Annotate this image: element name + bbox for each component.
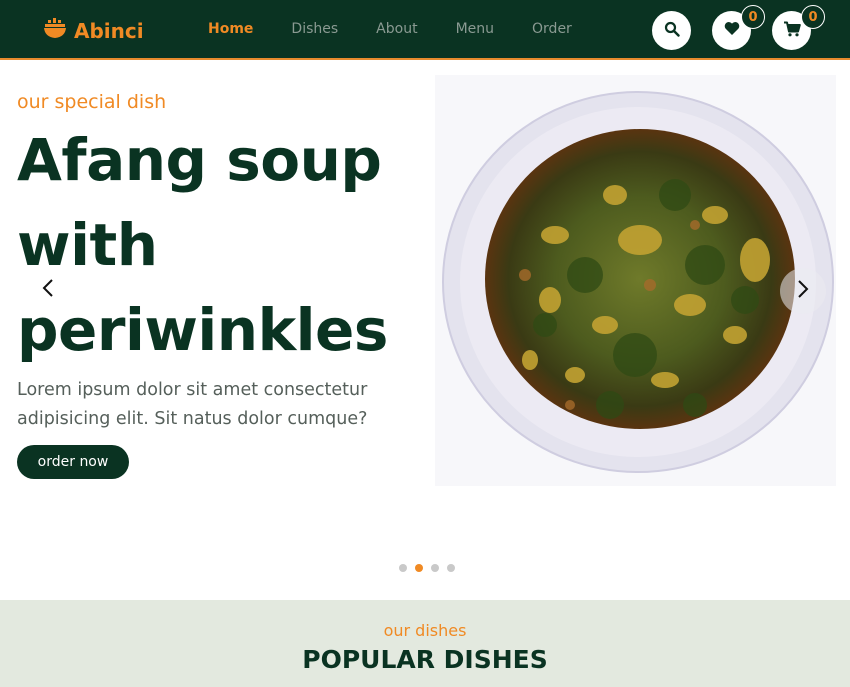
- heart-icon: [724, 21, 740, 40]
- prev-slide-button[interactable]: [36, 278, 60, 302]
- next-slide-button[interactable]: [780, 268, 826, 314]
- cart-count-badge: 0: [801, 5, 825, 29]
- cart-icon: [783, 21, 801, 41]
- wishlist-button[interactable]: 0: [712, 5, 765, 50]
- order-now-button[interactable]: order now: [17, 445, 129, 479]
- cart-button[interactable]: 0: [772, 5, 825, 50]
- slider-pagination: [399, 564, 455, 572]
- slide-dot-4[interactable]: [447, 564, 455, 572]
- hero-title: Afang soup with periwinkles: [17, 126, 388, 364]
- nav-home[interactable]: Home: [208, 21, 253, 37]
- nav-dishes[interactable]: Dishes: [291, 21, 338, 37]
- slide-dot-3[interactable]: [431, 564, 439, 572]
- hero-subtitle: our special dish: [17, 91, 167, 113]
- ship-bowl-icon: [42, 17, 68, 45]
- dish-image: [435, 75, 836, 486]
- main-nav: Home Dishes About Menu Order: [208, 21, 610, 37]
- section-title: POPULAR DISHES: [302, 645, 548, 674]
- nav-menu[interactable]: Menu: [456, 21, 494, 37]
- slide-dot-1[interactable]: [399, 564, 407, 572]
- search-icon: [664, 21, 680, 41]
- chevron-left-icon: [42, 278, 54, 302]
- top-navbar: Abinci Home Dishes About Menu Order 0 0: [0, 0, 850, 60]
- brand-name: Abinci: [74, 19, 144, 43]
- brand-logo[interactable]: Abinci: [42, 17, 144, 45]
- wishlist-count-badge: 0: [741, 5, 765, 29]
- section-subtitle: our dishes: [383, 621, 467, 640]
- chevron-right-icon: [797, 279, 809, 303]
- nav-about[interactable]: About: [376, 21, 417, 37]
- hero-description: Lorem ipsum dolor sit amet consectetur a…: [17, 380, 368, 429]
- nav-order[interactable]: Order: [532, 21, 572, 37]
- search-button[interactable]: [652, 11, 691, 50]
- slide-dot-2[interactable]: [415, 564, 423, 572]
- popular-dishes-section: our dishes POPULAR DISHES: [0, 600, 850, 687]
